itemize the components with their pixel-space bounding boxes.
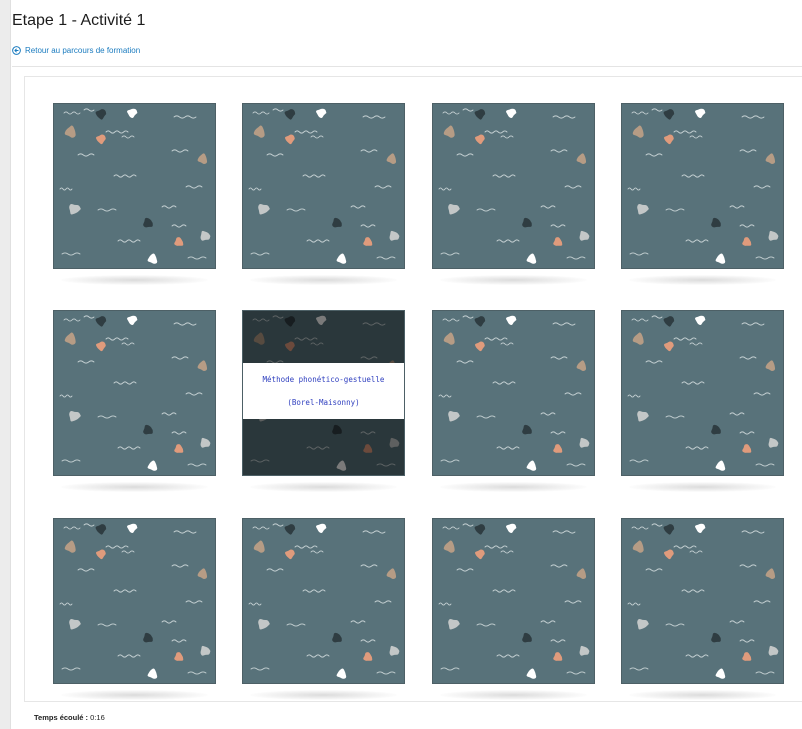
left-rail [0, 0, 11, 729]
card-face-line-2: (Borel-Maisonny) [287, 398, 360, 407]
card-slot [621, 103, 784, 293]
elapsed-time-value: 0:16 [90, 713, 105, 722]
memory-card[interactable] [432, 310, 595, 476]
memory-card[interactable] [621, 310, 784, 476]
arrow-left-circle-icon [12, 46, 21, 55]
card-slot [242, 103, 405, 293]
back-link-label: Retour au parcours de formation [25, 46, 141, 55]
card-slot [242, 518, 405, 708]
back-link[interactable]: Retour au parcours de formation [12, 46, 140, 55]
card-slot [432, 310, 595, 500]
card-shadow [61, 690, 208, 700]
elapsed-time-label: Temps écoulé : [34, 713, 89, 722]
card-shadow [440, 690, 587, 700]
card-shadow [250, 275, 397, 285]
card-slot [432, 103, 595, 293]
memory-card[interactable] [242, 518, 405, 684]
card-shadow [61, 275, 208, 285]
card-shadow [250, 690, 397, 700]
elapsed-time: Temps écoulé : 0:16 [34, 713, 105, 722]
memory-card[interactable] [242, 103, 405, 269]
memory-card[interactable] [432, 103, 595, 269]
card-shadow [629, 690, 776, 700]
card-shadow [440, 482, 587, 492]
memory-card[interactable] [53, 310, 216, 476]
card-slot [53, 103, 216, 293]
memory-game-board: Méthode phonético-gestuelle (Borel-Maiso… [24, 76, 802, 702]
card-slot [53, 310, 216, 500]
card-face-text: Méthode phonético-gestuelle (Borel-Maiso… [243, 363, 404, 419]
memory-card-revealed[interactable]: Méthode phonético-gestuelle (Borel-Maiso… [242, 310, 405, 476]
card-shadow [440, 275, 587, 285]
memory-card[interactable] [621, 518, 784, 684]
card-slot [53, 518, 216, 708]
card-face-line-1: Méthode phonético-gestuelle [262, 375, 385, 384]
card-shadow [629, 482, 776, 492]
header-divider [12, 66, 802, 67]
memory-card[interactable] [53, 103, 216, 269]
page-title: Etape 1 - Activité 1 [12, 12, 146, 29]
card-shadow [629, 275, 776, 285]
memory-card[interactable] [621, 103, 784, 269]
card-shadow [61, 482, 208, 492]
card-slot [432, 518, 595, 708]
card-slot: Méthode phonético-gestuelle (Borel-Maiso… [242, 310, 405, 500]
card-shadow [250, 482, 397, 492]
card-slot [621, 310, 784, 500]
memory-card[interactable] [432, 518, 595, 684]
card-slot [621, 518, 784, 708]
memory-card[interactable] [53, 518, 216, 684]
